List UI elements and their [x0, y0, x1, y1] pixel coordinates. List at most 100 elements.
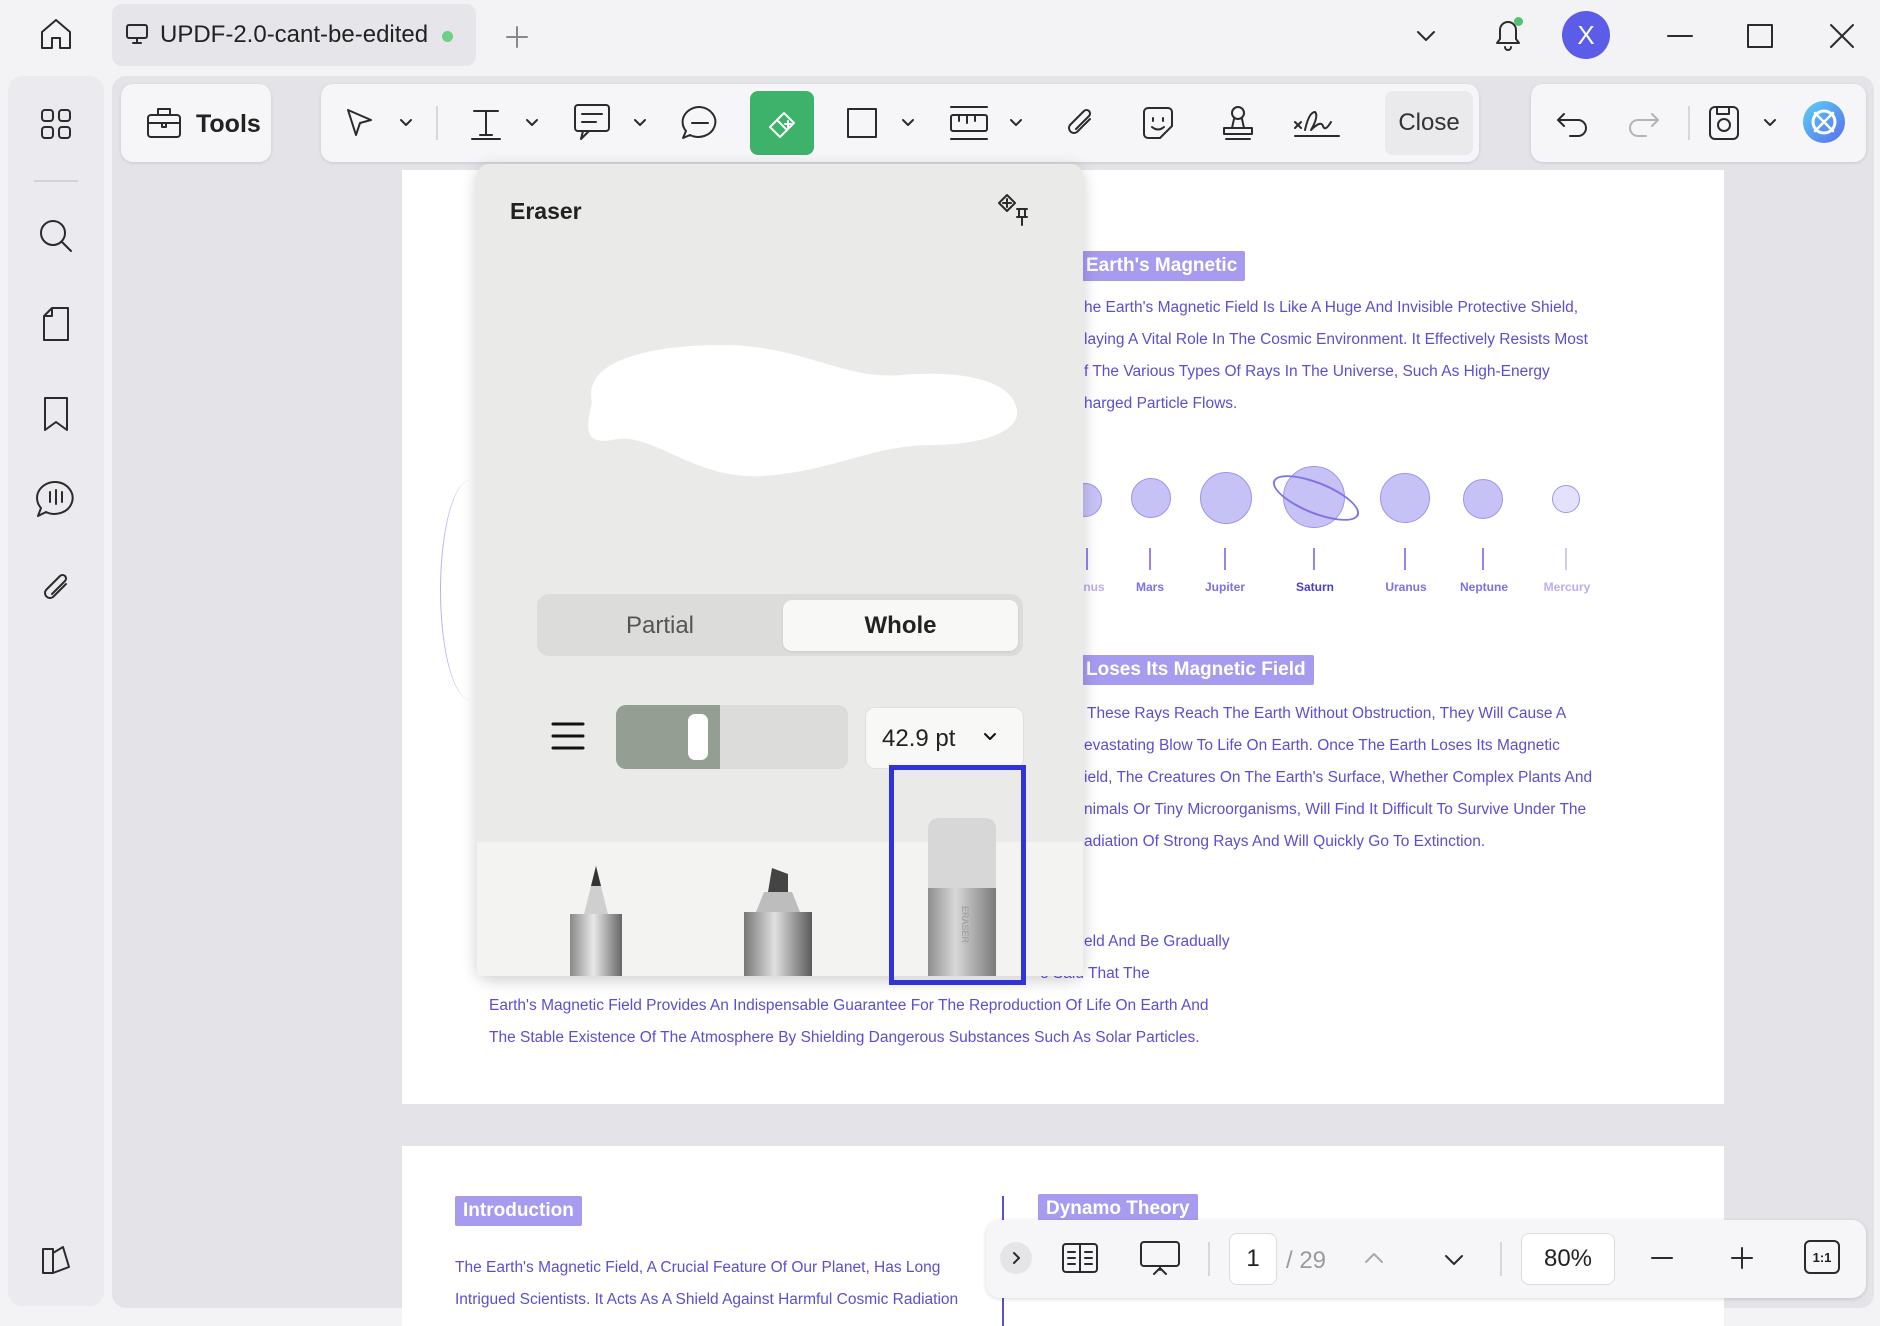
chevron-down-icon	[980, 726, 1000, 746]
left-sidebar	[8, 76, 104, 1306]
whole-mode-option[interactable]: Whole	[783, 600, 1018, 651]
partial-mode-option[interactable]: Partial	[540, 600, 780, 651]
redo-icon[interactable]	[1622, 102, 1664, 142]
planet-label: Mars	[1135, 580, 1165, 594]
unsaved-indicator	[442, 31, 453, 42]
paragraph-line: nimals Or Tiny Microorganisms, Will Find…	[1084, 801, 1587, 818]
chevron-down-icon[interactable]	[1760, 112, 1780, 132]
close-window-icon[interactable]	[1824, 18, 1860, 54]
note-comment-icon[interactable]	[570, 100, 614, 146]
eraser-size-slider-thumb[interactable]	[688, 714, 708, 760]
comment-bubble-icon[interactable]	[678, 102, 722, 144]
page-layout-icon[interactable]	[1058, 1238, 1102, 1278]
close-annotation-button[interactable]: Close	[1385, 91, 1473, 155]
heading-introduction: Introduction	[455, 1196, 582, 1226]
paragraph-line: eld And Be Gradually	[1084, 933, 1230, 950]
zoom-in-icon[interactable]	[1726, 1242, 1758, 1274]
planet-label: Neptune	[1460, 580, 1508, 594]
document-tab-title: UPDF-2.0-cant-be-edited	[160, 21, 429, 48]
comments-icon[interactable]	[32, 476, 80, 522]
planet-tick	[1086, 548, 1088, 570]
chevron-down-icon[interactable]	[898, 112, 918, 132]
themes-icon[interactable]	[34, 1238, 78, 1282]
planet-label: Jupiter	[1204, 580, 1246, 594]
minimize-icon[interactable]	[1662, 18, 1698, 54]
save-icon[interactable]	[1702, 100, 1746, 146]
paragraph-line: Intrigued Scientists. It Acts As A Shiel…	[455, 1291, 959, 1308]
attach-file-icon[interactable]	[1058, 100, 1102, 146]
paragraph-line: The Earth's Magnetic Field, A Crucial Fe…	[455, 1259, 941, 1276]
new-tab-icon[interactable]	[500, 20, 534, 54]
ai-assistant-icon[interactable]	[1800, 98, 1848, 146]
measure-ruler-icon[interactable]	[946, 100, 992, 146]
home-icon[interactable]	[34, 12, 78, 56]
planet-label: nus	[1083, 580, 1105, 594]
paragraph-line: These Rays Reach The Earth Without Obstr…	[1087, 705, 1567, 722]
zoom-out-icon[interactable]	[1646, 1242, 1678, 1274]
eraser-stroke-preview	[588, 345, 1018, 477]
search-icon[interactable]	[34, 214, 78, 258]
zoom-level[interactable]: 80%	[1521, 1233, 1615, 1285]
select-arrow-icon[interactable]	[341, 104, 379, 142]
pencil-tool-icon[interactable]	[566, 864, 626, 976]
heading-loses-magnetic-field: Loses Its Magnetic Field	[1078, 655, 1314, 685]
notification-dot	[1514, 17, 1523, 26]
signature-icon[interactable]	[1290, 100, 1344, 146]
sidebar-divider	[34, 180, 78, 182]
bookmark-icon[interactable]	[34, 392, 78, 436]
bottom-separator	[1208, 1242, 1210, 1276]
planet-label: Uranus	[1385, 580, 1427, 594]
rectangle-tool-icon[interactable]	[842, 104, 882, 142]
planet-uranus	[1380, 473, 1430, 523]
paragraph-line: ield, The Creatures On The Earth's Surfa…	[1084, 769, 1593, 786]
planet-tick	[1224, 548, 1226, 570]
planet-tick	[1404, 548, 1406, 570]
chevron-down-icon[interactable]	[1410, 20, 1442, 52]
chevron-down-icon[interactable]	[1006, 112, 1026, 132]
paragraph-line: he Earth's Magnetic Field Is Like A Huge…	[1084, 299, 1579, 316]
highlighter-tool-icon[interactable]	[740, 866, 816, 976]
paragraph-line: Earth's Magnetic Field Provides An Indis…	[489, 997, 1209, 1014]
eraser-icon	[760, 101, 804, 145]
stamp-icon[interactable]	[1216, 100, 1260, 146]
tools-label: Tools	[196, 110, 261, 138]
planet-tick	[1565, 548, 1567, 570]
selected-eraser-highlight	[889, 765, 1026, 985]
total-pages: / 29	[1286, 1247, 1327, 1274]
paragraph-line: harged Particle Flows.	[1084, 395, 1238, 412]
paragraph-line: evastating Blow To Life On Earth. Once T…	[1084, 737, 1560, 754]
next-page-icon[interactable]	[1438, 1244, 1470, 1276]
chevron-down-icon[interactable]	[396, 112, 416, 132]
document-tab-icon	[124, 22, 150, 46]
text-tool-icon[interactable]	[466, 102, 506, 144]
pages-icon[interactable]	[34, 302, 78, 346]
paragraph-line: laying A Vital Role In The Cosmic Enviro…	[1084, 331, 1588, 348]
chevron-down-icon[interactable]	[522, 112, 542, 132]
actual-size-label: 1:1	[1812, 1249, 1832, 1265]
planet-label: Saturn	[1295, 580, 1335, 594]
stroke-width-icon	[548, 716, 588, 756]
planet-mercury	[1552, 485, 1580, 513]
presentation-icon[interactable]	[1136, 1236, 1184, 1280]
chevron-down-icon[interactable]	[630, 112, 650, 132]
current-page-input[interactable]: 1	[1229, 1233, 1277, 1285]
previous-page-icon[interactable]	[1358, 1242, 1390, 1274]
maximize-icon[interactable]	[1742, 18, 1778, 54]
pin-panel-icon[interactable]	[994, 188, 1036, 230]
planet-jupiter	[1200, 472, 1252, 524]
undo-icon[interactable]	[1552, 102, 1594, 142]
actual-size-button[interactable]: 1:1	[1804, 1240, 1840, 1274]
toolbar-separator	[1688, 106, 1690, 140]
paragraph-line: The Stable Existence Of The Atmosphere B…	[489, 1029, 1200, 1046]
chevron-right-icon	[1006, 1248, 1026, 1268]
toolbar-separator	[436, 106, 438, 140]
apps-grid-icon[interactable]	[34, 102, 78, 146]
eraser-size-value: 42.9 pt	[882, 725, 956, 752]
paragraph-line: adiation Of Strong Rays And Will Quickly…	[1084, 833, 1486, 850]
user-avatar[interactable]: X	[1562, 11, 1610, 59]
planet-neptune	[1463, 479, 1503, 519]
planet-label: Mercury	[1543, 580, 1591, 594]
eraser-size-slider[interactable]	[616, 705, 848, 769]
sticker-icon[interactable]	[1136, 100, 1180, 146]
attachments-icon[interactable]	[34, 566, 78, 610]
